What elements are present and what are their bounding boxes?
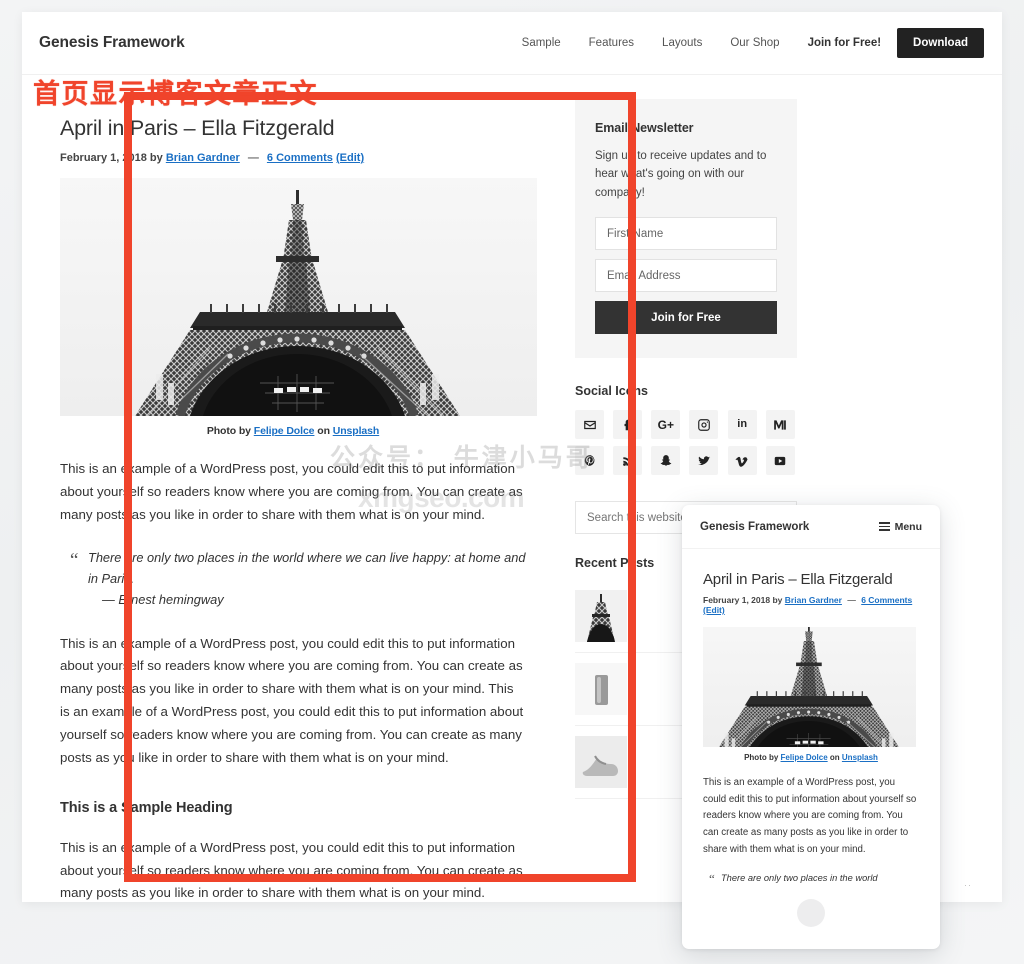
nav-item-join-for-free[interactable]: Join for Free!: [794, 37, 897, 49]
post-date: February 1, 2018: [60, 151, 147, 164]
social-icons-title: Social Icons: [575, 384, 648, 399]
post-paragraph-2: This is an example of a WordPress post, …: [60, 635, 524, 765]
blockquote-attribution: — Ernest hemingway: [102, 591, 224, 607]
mobile-author-link[interactable]: Brian Gardner: [785, 595, 842, 605]
join-for-free-button[interactable]: Join for Free: [595, 301, 777, 335]
post-edit-link[interactable]: (Edit): [336, 152, 364, 164]
mobile-credit-prefix: Photo by: [744, 753, 779, 762]
post-featured-image: [60, 177, 537, 416]
primary-navigation: Sample Features Layouts Our Shop Join fo…: [508, 28, 984, 58]
thumbnail-eiffel-icon: [575, 590, 627, 643]
thumbnail-bottle-icon: [575, 663, 627, 716]
social-icons-widget: Social Icons G+ in: [575, 384, 797, 476]
screenshot-root: Genesis Framework Sample Features Layout…: [0, 0, 1024, 964]
rss-icon[interactable]: [613, 446, 643, 476]
newsletter-widget: Email Newsletter Sign up to receive upda…: [575, 99, 797, 359]
mobile-by-label: by: [772, 595, 783, 605]
nav-item-our-shop[interactable]: Our Shop: [716, 37, 793, 49]
mobile-menu-button[interactable]: Menu: [878, 520, 922, 533]
photo-author-link[interactable]: Felipe Dolce: [254, 425, 315, 437]
post-comments-link[interactable]: 6 Comments: [267, 152, 333, 164]
site-header: Genesis Framework Sample Features Layout…: [22, 12, 1002, 75]
email-icon[interactable]: [575, 410, 604, 440]
youtube-icon[interactable]: [765, 446, 795, 476]
post-meta: February 1, 2018 by Brian Gardner — 6 Co…: [60, 152, 526, 164]
mobile-preview-header: Genesis Framework Menu: [682, 505, 940, 549]
post-paragraph-1: This is an example of a WordPress post, …: [60, 460, 523, 522]
eiffel-tower-photo-mobile: [703, 627, 916, 747]
post-paragraph-3: This is an example of a WordPress post, …: [60, 839, 523, 901]
photo-source-link[interactable]: Unsplash: [333, 425, 380, 437]
mobile-photo-credit: Photo by Felipe Dolce on Unsplash: [703, 747, 919, 762]
mobile-site-title[interactable]: Genesis Framework: [700, 521, 809, 533]
mobile-menu-label: Menu: [894, 520, 922, 533]
site-title[interactable]: Genesis Framework: [39, 34, 185, 52]
mobile-photo-source-link[interactable]: Unsplash: [842, 753, 878, 762]
vimeo-icon[interactable]: [727, 446, 757, 476]
nav-item-features[interactable]: Features: [575, 37, 648, 49]
mobile-preview-panel[interactable]: Genesis Framework Menu April in Paris – …: [682, 505, 940, 949]
mobile-post-meta: February 1, 2018 by Brian Gardner — 6 Co…: [703, 595, 919, 615]
main-content-column: April in Paris – Ella Fitzgerald Februar…: [39, 99, 547, 945]
post-title[interactable]: April in Paris – Ella Fitzgerald: [60, 115, 526, 142]
hamburger-icon: [878, 522, 890, 531]
thumbnail-shoes-icon: [575, 736, 627, 789]
meta-dash: —: [247, 151, 259, 164]
mobile-post-paragraph: This is an example of a WordPress post, …: [703, 777, 917, 855]
mobile-home-button[interactable]: [797, 899, 825, 927]
by-label: by: [149, 151, 163, 164]
mobile-preview-body: April in Paris – Ella Fitzgerald Februar…: [682, 549, 940, 887]
mobile-photo-on-label: on: [829, 753, 840, 762]
mobile-post-title[interactable]: April in Paris – Ella Fitzgerald: [703, 571, 919, 588]
linkedin-icon[interactable]: in: [727, 410, 757, 440]
blog-post-entry: April in Paris – Ella Fitzgerald Februar…: [39, 99, 547, 945]
mobile-blockquote: There are only two places in the world: [709, 871, 919, 887]
snapchat-icon[interactable]: [651, 446, 681, 476]
post-blockquote: There are only two places in the world w…: [70, 546, 526, 610]
photo-on-label: on: [317, 424, 330, 437]
newsletter-copy: Sign up to receive updates and to hear w…: [595, 150, 767, 199]
instagram-icon[interactable]: [689, 410, 719, 440]
pinterest-icon[interactable]: [575, 446, 604, 476]
mobile-post-date: February 1, 2018: [703, 595, 771, 605]
social-icons-grid: G+ in: [575, 410, 797, 476]
twitter-icon[interactable]: [689, 446, 719, 476]
mobile-photo-author-link[interactable]: Felipe Dolce: [781, 753, 828, 762]
google-plus-icon[interactable]: G+: [651, 410, 681, 440]
download-button[interactable]: Download: [897, 28, 984, 58]
email-address-input[interactable]: [595, 259, 777, 293]
first-name-input[interactable]: [595, 217, 777, 251]
mobile-featured-image: [703, 627, 916, 747]
post-author-link[interactable]: Brian Gardner: [166, 152, 240, 164]
newsletter-title: Email Newsletter: [595, 121, 694, 135]
post-subheading: This is a Sample Heading: [60, 799, 233, 816]
eiffel-tower-photo: [60, 178, 537, 416]
page-bottom-marks: ··: [964, 880, 972, 890]
mobile-edit-link[interactable]: (Edit): [703, 605, 725, 615]
medium-icon[interactable]: [765, 410, 795, 440]
mobile-comments-link[interactable]: 6 Comments: [861, 595, 912, 605]
photo-credit: Photo by Felipe Dolce on Unsplash: [60, 416, 526, 437]
blockquote-text: There are only two places in the world w…: [88, 550, 526, 587]
photo-credit-prefix: Photo by: [206, 424, 251, 437]
facebook-icon[interactable]: [613, 410, 643, 440]
nav-item-sample[interactable]: Sample: [508, 37, 575, 49]
chinese-annotation-text: 首页显示博客文章正文: [33, 79, 318, 110]
nav-item-layouts[interactable]: Layouts: [648, 37, 716, 49]
mobile-meta-dash: —: [847, 595, 856, 605]
